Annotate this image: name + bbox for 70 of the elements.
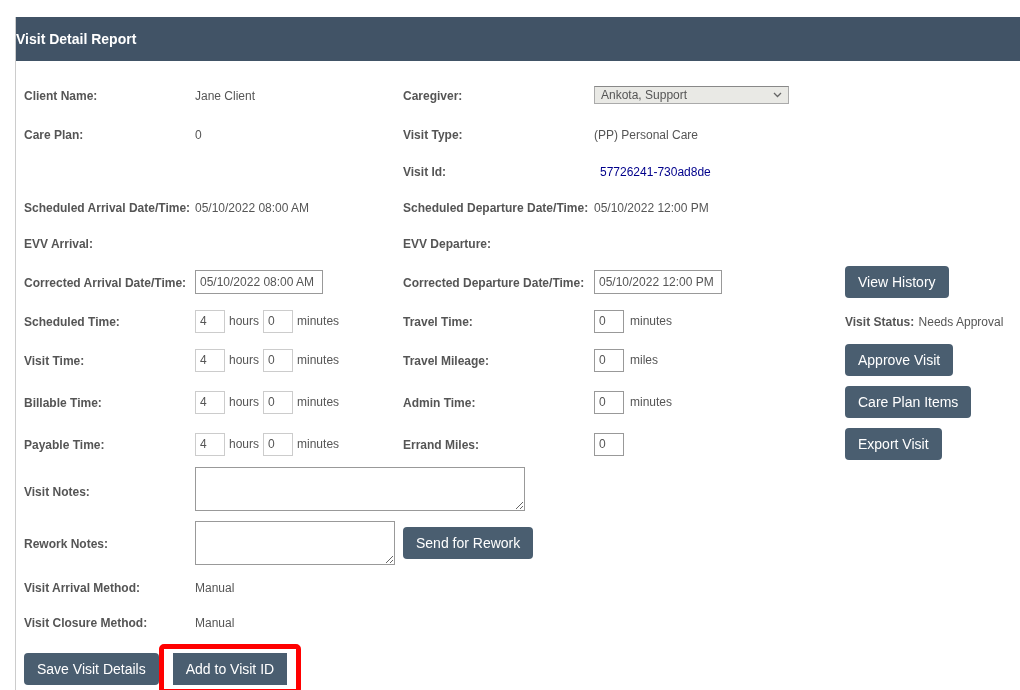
unit-label: hours	[229, 395, 260, 409]
field-label: Visit Time:	[24, 354, 85, 368]
unit-label: minutes	[630, 314, 673, 328]
minutes-field[interactable]: 0	[263, 390, 294, 414]
field-label: Travel Mileage:	[403, 354, 490, 368]
unit-label: minutes	[297, 395, 340, 409]
field-label: EVV Departure:	[403, 237, 492, 251]
unit-label: hours	[229, 437, 260, 451]
unit-label: minutes	[630, 395, 673, 409]
field-label: Visit Notes:	[24, 485, 90, 499]
field-label: Care Plan:	[24, 128, 84, 142]
field-value: 0	[195, 128, 202, 142]
status-value: Needs Approval	[918, 315, 1004, 329]
field-value: Manual	[195, 616, 235, 630]
caregiver-select[interactable]: Ankota, Support	[594, 86, 789, 104]
hours-field[interactable]: 4	[195, 309, 225, 333]
visit-id-link[interactable]: 57726241-730ad8de	[594, 165, 711, 179]
datetime-field[interactable]: 05/10/2022 12:00 PM	[594, 270, 722, 294]
minutes-field[interactable]: 0	[263, 432, 294, 456]
action-button[interactable]: Approve Visit	[845, 344, 954, 376]
unit-label: minutes	[297, 353, 340, 367]
number-field[interactable]: 0	[594, 432, 624, 456]
field-label: Caregiver:	[403, 89, 463, 103]
field-label: Corrected Arrival Date/Time:	[24, 276, 187, 290]
field-label: Rework Notes:	[24, 537, 109, 551]
action-button[interactable]: Export Visit	[845, 428, 942, 460]
field-label: Errand Miles:	[403, 438, 480, 452]
minutes-field[interactable]: 0	[263, 348, 294, 372]
send-for-rework-button[interactable]: Send for Rework	[403, 527, 534, 559]
field-label: Billable Time:	[24, 396, 102, 410]
minutes-field[interactable]: 0	[263, 309, 294, 333]
field-label: EVV Arrival:	[24, 237, 93, 251]
field-label: Client Name:	[24, 89, 98, 103]
field-label: Scheduled Arrival Date/Time:	[24, 201, 191, 215]
field-label: Corrected Departure Date/Time:	[403, 276, 585, 290]
field-label: Admin Time:	[403, 396, 476, 410]
field-label: Visit Arrival Method:	[24, 581, 141, 595]
datetime-field[interactable]: 05/10/2022 08:00 AM	[195, 270, 323, 294]
field-label: Scheduled Time:	[24, 315, 120, 329]
number-field[interactable]: 0	[594, 390, 624, 414]
field-value: (PP) Personal Care	[594, 128, 699, 142]
chevron-down-icon	[773, 92, 782, 98]
field-label: Payable Time:	[24, 438, 105, 452]
field-value: 05/10/2022 12:00 PM	[594, 201, 709, 215]
field-label: Travel Time:	[403, 315, 473, 329]
action-button[interactable]: Add to Visit ID	[170, 653, 290, 685]
hours-field[interactable]: 4	[195, 432, 225, 456]
notes-field[interactable]	[195, 521, 395, 565]
action-button[interactable]: Care Plan Items	[845, 386, 972, 418]
field-label: Visit Closure Method:	[24, 616, 148, 630]
field-value: Manual	[195, 581, 235, 595]
action-button[interactable]: Save Visit Details	[24, 653, 159, 685]
notes-field[interactable]	[195, 467, 525, 511]
report-title: Visit Detail Report	[16, 31, 137, 47]
number-field[interactable]: 0	[594, 309, 624, 333]
number-field[interactable]: 0	[594, 348, 624, 372]
unit-label: hours	[229, 353, 260, 367]
unit-label: hours	[229, 314, 260, 328]
unit-label: minutes	[297, 314, 340, 328]
unit-label: miles	[630, 353, 658, 367]
unit-label: minutes	[297, 437, 340, 451]
field-value: 05/10/2022 08:00 AM	[195, 201, 310, 215]
field-label: Visit Id:	[403, 165, 447, 179]
hours-field[interactable]: 4	[195, 390, 225, 414]
field-label: Scheduled Departure Date/Time:	[403, 201, 589, 215]
field-value: Jane Client	[195, 89, 256, 103]
status-label: Visit Status:	[845, 315, 915, 329]
field-label: Visit Type:	[403, 128, 463, 142]
action-button[interactable]: View History	[845, 266, 949, 298]
hours-field[interactable]: 4	[195, 348, 225, 372]
